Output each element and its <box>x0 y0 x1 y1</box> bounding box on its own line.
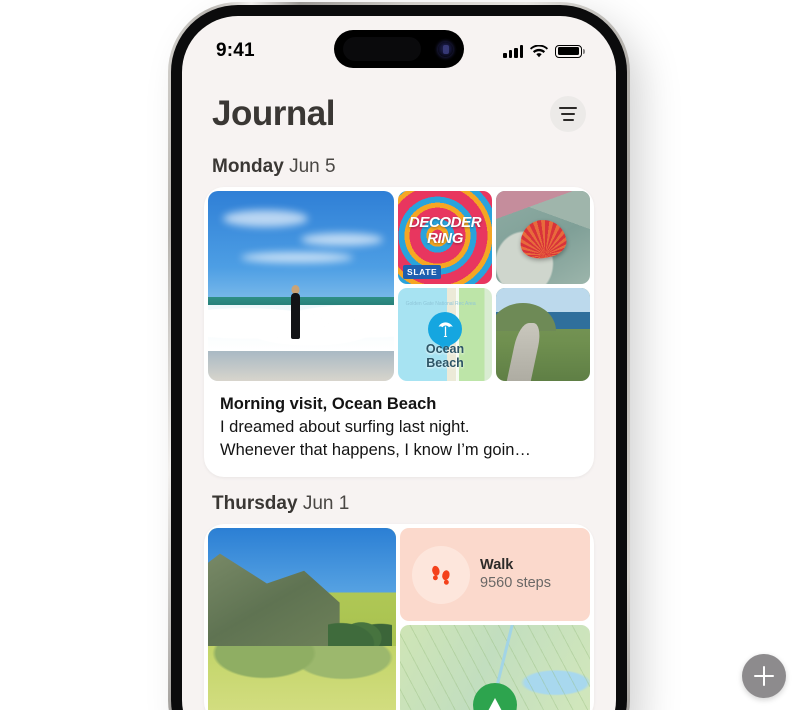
cellular-bars-icon <box>503 44 523 58</box>
walk-steps-value: 9560 steps <box>480 575 551 592</box>
mountain-photo-tile[interactable] <box>208 528 397 710</box>
day-header-monday: Monday Jun 5 <box>182 140 616 187</box>
green-terrain-map-tile[interactable] <box>400 625 590 710</box>
walk-icon-circle <box>412 545 471 604</box>
green-map-art <box>400 625 590 710</box>
day-date: Jun 5 <box>289 156 336 177</box>
surfer-walking-in-surf-photo <box>208 191 395 381</box>
podcast-publisher-badge: SLATE <box>403 265 442 279</box>
podcast-title-line-2: RING <box>427 229 463 247</box>
walk-text-block: Walk 9560 steps <box>480 556 551 593</box>
battery-full-icon <box>555 44 585 58</box>
day-of-week: Thursday <box>212 493 298 515</box>
ocean-beach-map-tile[interactable]: Golden Gate National Rec Area Ocean Beac… <box>398 288 493 381</box>
iphone-device-frame: 9:41 Journal Monday Jun 5 DECODER RING S… <box>168 2 630 710</box>
coastal-road-photo <box>496 288 590 381</box>
phone-bezel: 9:41 Journal Monday Jun 5 DECODER RING S… <box>171 5 627 710</box>
red-scallop-shell-on-fabric-photo <box>496 191 590 284</box>
entry-text-block: Morning visit, Ocean Beach I dreamed abo… <box>204 385 594 477</box>
decoder-ring-podcast-artwork: DECODER RING SLATE <box>398 191 493 284</box>
page-title: Journal <box>212 94 335 133</box>
map-place-line-2: Beach <box>426 355 464 370</box>
scallop-shell <box>517 217 569 262</box>
coastal-road-photo-tile[interactable] <box>496 288 590 381</box>
filter-button[interactable] <box>550 96 586 132</box>
entry-media-grid: DECODER RING SLATE Golden Gate National … <box>204 187 594 385</box>
walk-label: Walk <box>480 557 514 574</box>
entry-title: Morning visit, Ocean Beach <box>220 395 437 413</box>
day-date: Jun 1 <box>302 493 350 515</box>
app-header: Journal <box>182 72 616 140</box>
day-of-week: Monday <box>212 156 284 177</box>
entry-media-grid: Walk 9560 steps <box>204 524 594 710</box>
entry-body-line-2: Whenever that happens, I know I’m goin… <box>220 440 531 459</box>
phone-screen: 9:41 Journal Monday Jun 5 DECODER RING S… <box>182 16 616 710</box>
journal-entry-card[interactable]: Walk 9560 steps <box>204 524 594 710</box>
status-bar: 9:41 <box>182 16 616 72</box>
filter-lines-icon <box>559 106 577 110</box>
status-bar-indicators <box>503 44 585 58</box>
map-place-label: Ocean Beach <box>398 342 492 370</box>
shell-photo-tile[interactable] <box>496 191 590 284</box>
map-place-line-1: Ocean <box>425 341 465 356</box>
surfer-photo-tile[interactable] <box>208 191 395 381</box>
map-tile-art: Golden Gate National Rec Area Ocean Beac… <box>398 288 493 381</box>
status-bar-time: 9:41 <box>216 40 255 61</box>
new-entry-button[interactable] <box>742 654 786 698</box>
mountain-meadow-photo <box>208 528 397 710</box>
front-camera-lens-icon <box>438 41 453 57</box>
screenshot-stage: 9:41 Journal Monday Jun 5 DECODER RING S… <box>0 0 800 710</box>
day-header-thursday: Thursday Jun 1 <box>182 477 616 524</box>
podcast-title-line-1: DECODER <box>408 214 482 232</box>
wifi-icon <box>530 44 548 57</box>
podcast-artwork-tile[interactable]: DECODER RING SLATE <box>398 191 493 284</box>
journal-app: Journal Monday Jun 5 DECODER RING SLATE … <box>182 72 616 710</box>
dynamic-island <box>334 30 464 68</box>
podcast-title: DECODER RING <box>398 215 492 247</box>
journal-entry-card[interactable]: DECODER RING SLATE Golden Gate National … <box>204 187 594 478</box>
footprints-icon <box>432 565 450 585</box>
map-faint-label: Golden Gate National Rec Area <box>405 301 476 308</box>
walk-workout-widget[interactable]: Walk 9560 steps <box>400 528 590 622</box>
entry-body-line-1: I dreamed about surfing last night. <box>220 417 470 436</box>
